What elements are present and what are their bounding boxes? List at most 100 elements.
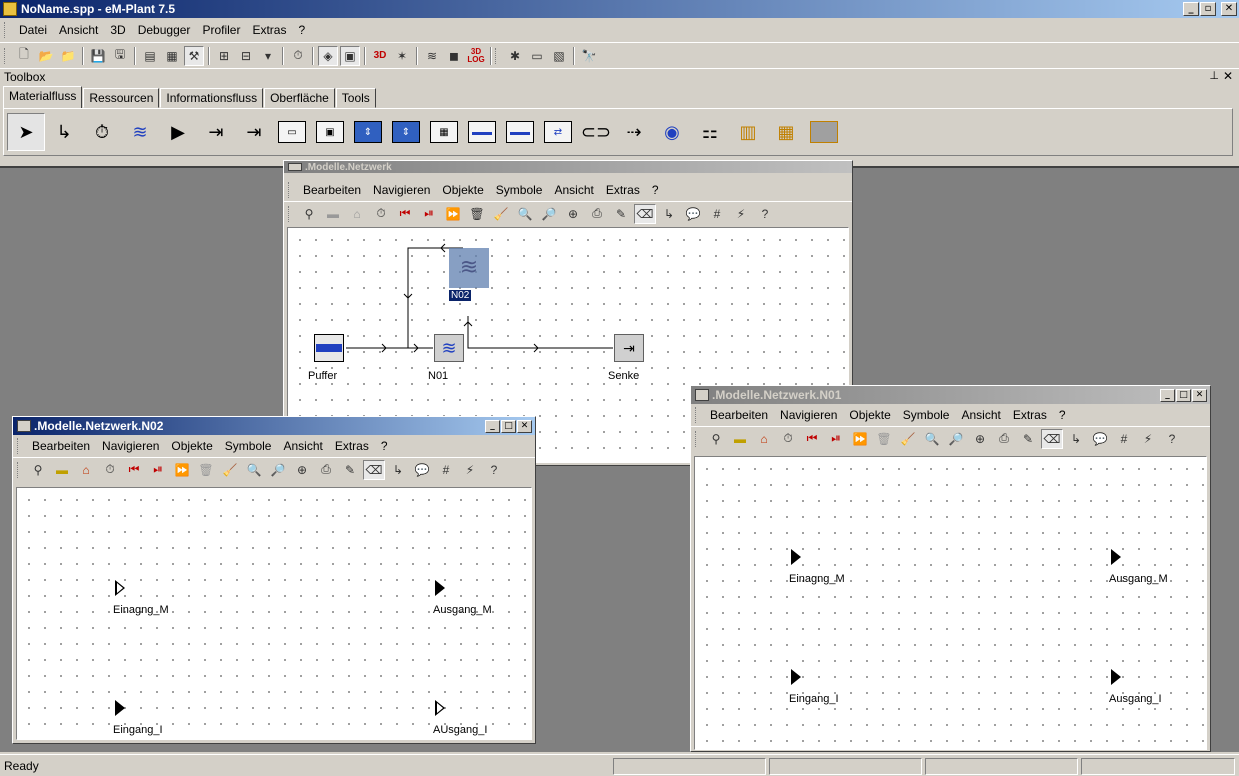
run-icon[interactable]: ⚡ xyxy=(459,460,481,480)
reset-icon[interactable]: ⏮ xyxy=(394,204,416,224)
home-icon[interactable]: ⌂ xyxy=(346,204,368,224)
menu-navigieren[interactable]: Navigieren xyxy=(367,183,436,197)
menu-ansicht[interactable]: Ansicht xyxy=(277,439,328,453)
menu-help[interactable]: ? xyxy=(1053,408,1072,422)
home-icon[interactable]: ⌂ xyxy=(75,460,97,480)
save-all-icon[interactable]: 🖫 xyxy=(110,46,130,66)
pencil-icon[interactable]: ✎ xyxy=(339,460,361,480)
hierarchy-icon[interactable]: ⊟ xyxy=(236,46,256,66)
tab-ressourcen[interactable]: Ressourcen xyxy=(83,88,160,108)
cube-icon[interactable]: ◼ xyxy=(444,46,464,66)
start-icon[interactable]: ⏯ xyxy=(825,429,847,449)
run-icon[interactable]: ⚡ xyxy=(1137,429,1159,449)
open-location-icon[interactable]: ▬ xyxy=(729,429,751,449)
binoculars-icon[interactable]: ⚲ xyxy=(705,429,727,449)
zoom-out-icon[interactable]: 🔎 xyxy=(267,460,289,480)
screenshot-icon[interactable]: ⎙ xyxy=(993,429,1015,449)
open-location-icon[interactable]: ▬ xyxy=(322,204,344,224)
menubar-grip[interactable] xyxy=(4,22,7,38)
minimize-icon[interactable]: _ xyxy=(1160,389,1175,402)
menu-objekte[interactable]: Objekte xyxy=(436,183,489,197)
eraser-icon[interactable]: ⌫ xyxy=(1041,428,1063,449)
toolbox-toggle-icon[interactable]: ⚒ xyxy=(184,45,204,66)
window-n01-titlebar[interactable]: .Modelle.Netzwerk.N01 _ □ ✕ xyxy=(691,386,1210,404)
clean-icon[interactable]: 🧹 xyxy=(897,429,919,449)
assembly-tool-icon[interactable]: ⇕ xyxy=(349,113,387,151)
menu-help[interactable]: ? xyxy=(646,183,665,197)
delete-icon[interactable]: 🗑 xyxy=(466,204,488,224)
class-library-icon[interactable]: ▤ xyxy=(140,46,160,66)
start-icon[interactable]: ⏯ xyxy=(418,204,440,224)
comment-icon[interactable]: 💬 xyxy=(411,460,433,480)
window-n01-canvas[interactable]: Einagng_M Ausgang_M Eingang_I Ausgang_I xyxy=(694,456,1207,750)
interface-ausgang-i-icon[interactable] xyxy=(1111,669,1121,685)
simulation-icon[interactable]: ▣ xyxy=(340,45,360,66)
tab-oberflaeche[interactable]: Oberfläche xyxy=(264,88,335,108)
n01-object[interactable]: ≋ xyxy=(434,334,464,362)
connector-icon[interactable]: ↳ xyxy=(387,460,409,480)
event-controller-icon[interactable]: ⏱ xyxy=(777,429,799,449)
line-tool-icon[interactable]: ⊂⊃ xyxy=(577,113,615,151)
interface-einagng-m-icon[interactable] xyxy=(791,549,801,565)
placebuffer-tool-icon[interactable]: ▬▬ xyxy=(501,113,539,151)
interface-ausgang-m-icon[interactable] xyxy=(1111,549,1121,565)
buffer-tool-icon[interactable]: ▬▬ xyxy=(463,113,501,151)
menu-ansicht[interactable]: Ansicht xyxy=(955,408,1006,422)
menu-datei[interactable]: Datei xyxy=(13,23,53,37)
pencil-icon[interactable]: ✎ xyxy=(610,204,632,224)
menu-bearbeiten[interactable]: Bearbeiten xyxy=(26,439,96,453)
3d-disabled-icon[interactable]: ✶ xyxy=(392,46,412,66)
menu-ansicht[interactable]: Ansicht xyxy=(53,23,104,37)
pencil-icon[interactable]: ✎ xyxy=(1017,429,1039,449)
close-icon[interactable]: ✕ xyxy=(1192,389,1207,402)
zoom-fit-icon[interactable]: ⊕ xyxy=(562,204,584,224)
grid-icon[interactable]: # xyxy=(706,204,728,224)
fast-forward-icon[interactable]: ⏩ xyxy=(171,460,193,480)
window-n02-titlebar[interactable]: .Modelle.Netzwerk.N02 _ □ ✕ xyxy=(13,417,535,435)
menu-extras[interactable]: Extras xyxy=(1007,408,1053,422)
method-icon[interactable]: ▧ xyxy=(549,46,569,66)
grid-icon[interactable]: # xyxy=(435,460,457,480)
menu-navigieren[interactable]: Navigieren xyxy=(774,408,843,422)
turntable-tool-icon[interactable]: ◉ xyxy=(653,113,691,151)
restore-icon[interactable]: ▫ xyxy=(1200,2,1216,16)
connector-tool-icon[interactable]: ↳ xyxy=(45,113,83,151)
zoom-in-icon[interactable]: 🔍 xyxy=(243,460,265,480)
tab-materialfluss[interactable]: Materialfluss xyxy=(3,86,83,109)
screenshot-icon[interactable]: ⎙ xyxy=(586,204,608,224)
tab-tools[interactable]: Tools xyxy=(335,88,376,108)
3d-view-icon[interactable]: 3D xyxy=(370,46,390,66)
3d-log-icon[interactable]: 3D LOG xyxy=(466,46,486,66)
menu-objekte[interactable]: Objekte xyxy=(165,439,218,453)
delete-icon[interactable]: 🗑 xyxy=(873,429,895,449)
menu-help[interactable]: ? xyxy=(375,439,394,453)
menu-extras[interactable]: Extras xyxy=(329,439,375,453)
zoom-in-icon[interactable]: 🔍 xyxy=(514,204,536,224)
event-controller-tool-icon[interactable]: ⏱ xyxy=(83,113,121,151)
help-icon[interactable]: ? xyxy=(1161,429,1183,449)
help-icon[interactable]: ? xyxy=(483,460,505,480)
menu-symbole[interactable]: Symbole xyxy=(219,439,278,453)
binoculars-icon[interactable]: ⚲ xyxy=(27,460,49,480)
eraser-icon[interactable]: ⌫ xyxy=(363,459,385,480)
source-tool-icon[interactable]: ⇥ xyxy=(197,113,235,151)
dismantle-tool-icon[interactable]: ⇕ xyxy=(387,113,425,151)
run-icon[interactable]: ⚡ xyxy=(730,204,752,224)
help-icon[interactable]: ? xyxy=(754,204,776,224)
zoom-out-icon[interactable]: 🔎 xyxy=(945,429,967,449)
delete-icon[interactable]: 🗑 xyxy=(195,460,217,480)
clean-icon[interactable]: 🧹 xyxy=(219,460,241,480)
zoom-in-icon[interactable]: 🔍 xyxy=(921,429,943,449)
store-tool-icon[interactable]: ▦ xyxy=(425,113,463,151)
maximize-icon[interactable]: □ xyxy=(1176,389,1191,402)
screenshot-icon[interactable]: ⎙ xyxy=(315,460,337,480)
open-location-icon[interactable]: ▬ xyxy=(51,460,73,480)
clean-icon[interactable]: 🧹 xyxy=(490,204,512,224)
pointer-tool-icon[interactable]: ➤ xyxy=(7,113,45,151)
fast-forward-icon[interactable]: ⏩ xyxy=(442,204,464,224)
interface-einagng-m-icon[interactable] xyxy=(115,580,125,596)
close-icon[interactable]: ✕ xyxy=(1221,2,1237,16)
fast-forward-icon[interactable]: ⏩ xyxy=(849,429,871,449)
minimize-icon[interactable]: _ xyxy=(1183,2,1199,16)
interface-eingang-i-icon[interactable] xyxy=(791,669,801,685)
